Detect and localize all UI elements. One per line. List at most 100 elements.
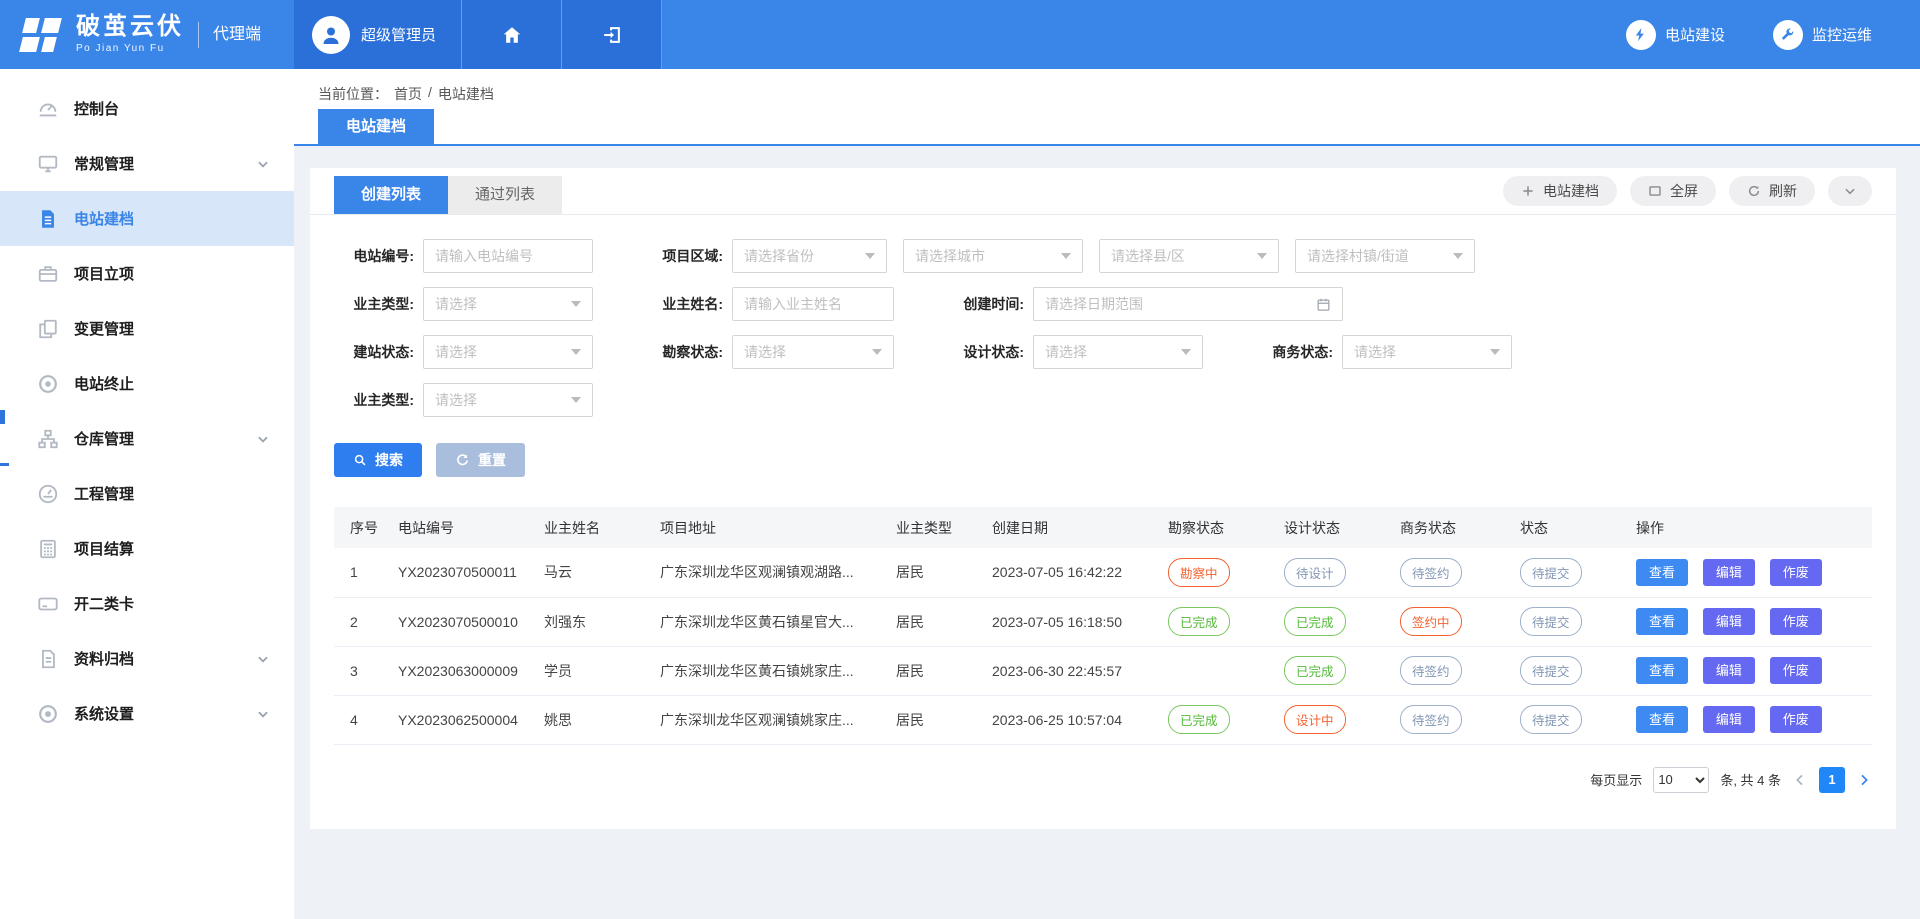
station-code-input[interactable] — [423, 239, 593, 273]
sidebar-item-general-mgmt[interactable]: 常规管理 — [0, 136, 294, 191]
edit-button[interactable]: 编辑 — [1703, 657, 1755, 684]
home-button[interactable] — [462, 0, 562, 69]
sidebar-item-station-filing[interactable]: 电站建档 — [0, 191, 294, 246]
edit-button[interactable]: 编辑 — [1703, 706, 1755, 733]
sidebar-item-engineering-mgmt[interactable]: 工程管理 — [0, 466, 294, 521]
archive-file-icon — [37, 648, 59, 670]
sidebar-item-data-archive[interactable]: 资料归档 — [0, 631, 294, 686]
view-button[interactable]: 查看 — [1636, 706, 1688, 733]
document-icon — [37, 208, 59, 230]
county-select[interactable]: 请选择县/区 — [1099, 239, 1279, 273]
next-page-button[interactable] — [1856, 772, 1872, 788]
survey-status-label: 勘察状态: — [643, 342, 723, 362]
view-button[interactable]: 查看 — [1636, 657, 1688, 684]
caret-down-icon — [1181, 349, 1191, 355]
chevron-down-icon — [256, 157, 270, 171]
prev-page-button[interactable] — [1792, 772, 1808, 788]
td-owner: 马云 — [536, 548, 652, 597]
td-type: 居民 — [888, 695, 984, 744]
view-button[interactable]: 查看 — [1636, 608, 1688, 635]
fullscreen-button[interactable]: 全屏 — [1630, 176, 1716, 206]
brand[interactable]: 破茧云伏 Po Jian Yun Fu 代理端 — [0, 0, 294, 69]
logo-subtitle: Po Jian Yun Fu — [76, 43, 184, 54]
module-monitoring-ops[interactable]: 监控运维 — [1773, 0, 1872, 69]
sidebar-item-project-initiation[interactable]: 项目立项 — [0, 246, 294, 301]
card-header: 创建列表 通过列表 电站建档 全屏 刷新 — [310, 168, 1896, 215]
username: 超级管理员 — [361, 24, 436, 45]
business-status-select[interactable]: 请选择 — [1342, 335, 1512, 369]
province-select[interactable]: 请选择省份 — [732, 239, 887, 273]
sidebar-item-console[interactable]: 控制台 — [0, 81, 294, 136]
user-menu[interactable]: 超级管理员 — [294, 0, 462, 69]
td-no: 2 — [334, 597, 390, 646]
logo-title: 破茧云伏 — [76, 15, 184, 39]
void-button[interactable]: 作废 — [1770, 608, 1822, 635]
tab-approved-list[interactable]: 通过列表 — [448, 176, 562, 214]
village-select[interactable]: 请选择村镇/街道 — [1295, 239, 1475, 273]
caret-down-icon — [571, 301, 581, 307]
refresh-button[interactable]: 刷新 — [1729, 176, 1815, 206]
module-label: 监控运维 — [1812, 24, 1872, 45]
sidebar-item-project-settlement[interactable]: 项目结算 — [0, 521, 294, 576]
design-status-select[interactable]: 请选择 — [1033, 335, 1203, 369]
owner-type2-select[interactable]: 请选择 — [423, 383, 593, 417]
created-time-label: 创建时间: — [944, 294, 1024, 314]
td-created: 2023-06-25 10:57:04 — [984, 695, 1160, 744]
breadcrumb-home-link[interactable]: 首页 — [394, 84, 422, 104]
build-status-select[interactable]: 请选择 — [423, 335, 593, 369]
design-status-badge: 已完成 — [1284, 656, 1346, 685]
void-button[interactable]: 作废 — [1770, 657, 1822, 684]
edit-button[interactable]: 编辑 — [1703, 559, 1755, 586]
status-badge: 待提交 — [1520, 558, 1582, 587]
status-badge: 待提交 — [1520, 607, 1582, 636]
station-table: 序号 电站编号 业主姓名 项目地址 业主类型 创建日期 勘察状态 设计状态 商务… — [334, 507, 1872, 745]
per-page-select[interactable]: 10 — [1653, 767, 1709, 793]
reset-button[interactable]: 重置 — [436, 443, 525, 477]
record-icon — [37, 373, 59, 395]
edit-button[interactable]: 编辑 — [1703, 608, 1755, 635]
td-code: YX2023063000009 — [390, 646, 536, 695]
sidebar-item-type2-card[interactable]: 开二类卡 — [0, 576, 294, 631]
module-station-construction[interactable]: 电站建设 — [1626, 0, 1725, 69]
date-range-input[interactable]: 请选择日期范围 — [1033, 287, 1343, 321]
owner-name-input[interactable] — [732, 287, 894, 321]
page-tab-station-filing[interactable]: 电站建档 — [318, 109, 434, 144]
sidebar-item-system-settings[interactable]: 系统设置 — [0, 686, 294, 741]
create-station-button[interactable]: 电站建档 — [1503, 176, 1617, 206]
td-code: YX2023062500004 — [390, 695, 536, 744]
sidebar-item-warehouse-mgmt[interactable]: 仓库管理 — [0, 411, 294, 466]
page-number-1[interactable]: 1 — [1819, 767, 1845, 793]
breadcrumb-current: 电站建档 — [438, 84, 494, 104]
settings-target-icon — [37, 703, 59, 725]
owner-type-select[interactable]: 请选择 — [423, 287, 593, 321]
top-header: 破茧云伏 Po Jian Yun Fu 代理端 超级管理员 电站建设 监控运维 — [0, 0, 1920, 69]
td-owner: 姚思 — [536, 695, 652, 744]
header-nav: 超级管理员 — [294, 0, 662, 69]
survey-status-select[interactable]: 请选择 — [732, 335, 894, 369]
sidebar-item-change-mgmt[interactable]: 变更管理 — [0, 301, 294, 356]
tab-created-list[interactable]: 创建列表 — [334, 176, 448, 214]
col-design: 设计状态 — [1276, 507, 1392, 548]
search-button[interactable]: 搜索 — [334, 443, 422, 477]
survey-status-badge: 已完成 — [1168, 607, 1230, 636]
collapse-toolbar-button[interactable] — [1828, 176, 1872, 206]
city-select[interactable]: 请选择城市 — [903, 239, 1083, 273]
home-icon — [501, 24, 523, 46]
survey-status-badge: 勘察中 — [1168, 558, 1230, 587]
td-address: 广东深圳龙华区观澜镇观湖路... — [652, 548, 888, 597]
chevron-down-icon — [1843, 184, 1857, 198]
col-created: 创建日期 — [984, 507, 1160, 548]
fullscreen-icon — [1648, 184, 1662, 198]
td-type: 居民 — [888, 597, 984, 646]
void-button[interactable]: 作废 — [1770, 706, 1822, 733]
view-button[interactable]: 查看 — [1636, 559, 1688, 586]
chevron-left-icon — [1792, 772, 1808, 788]
signin-button[interactable] — [562, 0, 662, 69]
avatar-person-icon — [312, 16, 350, 54]
td-created: 2023-06-30 22:45:57 — [984, 646, 1160, 695]
void-button[interactable]: 作废 — [1770, 559, 1822, 586]
filter-actions: 搜索 重置 — [310, 431, 1896, 477]
caret-down-icon — [571, 349, 581, 355]
sidebar-item-station-termination[interactable]: 电站终止 — [0, 356, 294, 411]
td-code: YX2023070500010 — [390, 597, 536, 646]
